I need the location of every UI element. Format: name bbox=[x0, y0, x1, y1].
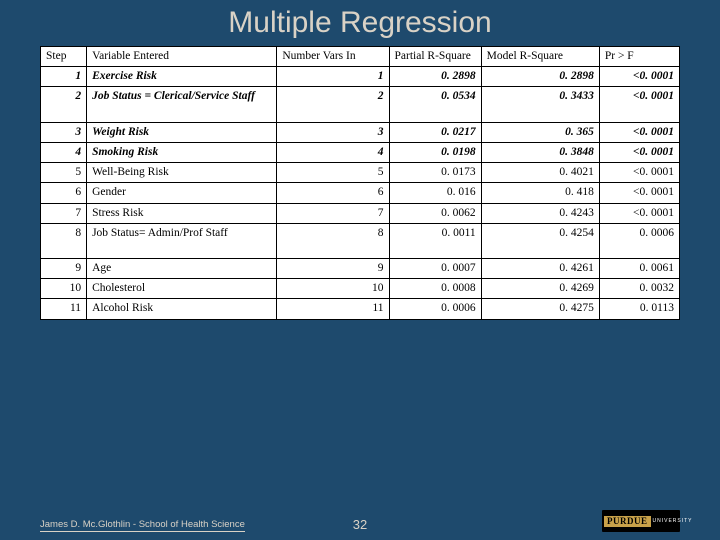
cell-nvars: 8 bbox=[277, 223, 389, 258]
cell-prs: 0. 0006 bbox=[389, 299, 481, 319]
cell-mrs: 0. 4021 bbox=[481, 163, 599, 183]
cell-prs: 0. 016 bbox=[389, 183, 481, 203]
cell-step: 1 bbox=[41, 67, 87, 87]
cell-var: Job Status = Clerical/Service Staff bbox=[87, 87, 277, 122]
cell-pr: <0. 0001 bbox=[599, 87, 679, 122]
cell-mrs: 0. 3848 bbox=[481, 142, 599, 162]
footer-page: 32 bbox=[353, 517, 367, 532]
cell-step: 6 bbox=[41, 183, 87, 203]
cell-prs: 0. 0062 bbox=[389, 203, 481, 223]
cell-nvars: 7 bbox=[277, 203, 389, 223]
cell-step: 4 bbox=[41, 142, 87, 162]
logo-text-secondary: UNIVERSITY bbox=[653, 518, 693, 524]
cell-pr: 0. 0061 bbox=[599, 258, 679, 278]
cell-nvars: 1 bbox=[277, 67, 389, 87]
cell-step: 7 bbox=[41, 203, 87, 223]
cell-nvars: 11 bbox=[277, 299, 389, 319]
table-row: 9Age90. 00070. 42610. 0061 bbox=[41, 258, 680, 278]
cell-mrs: 0. 418 bbox=[481, 183, 599, 203]
cell-pr: <0. 0001 bbox=[599, 122, 679, 142]
table-row: 8Job Status= Admin/Prof Staff80. 00110. … bbox=[41, 223, 680, 258]
cell-mrs: 0. 4243 bbox=[481, 203, 599, 223]
cell-prs: 0. 0173 bbox=[389, 163, 481, 183]
cell-prs: 0. 0008 bbox=[389, 279, 481, 299]
footer: James D. Mc.Glothlin - School of Health … bbox=[40, 512, 680, 532]
cell-mrs: 0. 4269 bbox=[481, 279, 599, 299]
cell-nvars: 5 bbox=[277, 163, 389, 183]
cell-step: 3 bbox=[41, 122, 87, 142]
cell-pr: 0. 0006 bbox=[599, 223, 679, 258]
cell-pr: <0. 0001 bbox=[599, 203, 679, 223]
table-row: 10Cholesterol100. 00080. 42690. 0032 bbox=[41, 279, 680, 299]
cell-pr: 0. 0113 bbox=[599, 299, 679, 319]
col-nvars: Number Vars In bbox=[277, 47, 389, 67]
cell-var: Smoking Risk bbox=[87, 142, 277, 162]
col-prs: Partial R-Square bbox=[389, 47, 481, 67]
cell-nvars: 10 bbox=[277, 279, 389, 299]
slide-title: Multiple Regression bbox=[40, 6, 680, 40]
cell-mrs: 0. 3433 bbox=[481, 87, 599, 122]
footer-author: James D. Mc.Glothlin - School of Health … bbox=[40, 519, 245, 532]
cell-step: 9 bbox=[41, 258, 87, 278]
cell-prs: 0. 2898 bbox=[389, 67, 481, 87]
cell-nvars: 2 bbox=[277, 87, 389, 122]
cell-var: Gender bbox=[87, 183, 277, 203]
cell-step: 11 bbox=[41, 299, 87, 319]
cell-pr: <0. 0001 bbox=[599, 67, 679, 87]
cell-step: 8 bbox=[41, 223, 87, 258]
cell-mrs: 0. 365 bbox=[481, 122, 599, 142]
cell-step: 2 bbox=[41, 87, 87, 122]
cell-prs: 0. 0534 bbox=[389, 87, 481, 122]
slide: Multiple Regression Step Variable Entere… bbox=[0, 0, 720, 540]
cell-nvars: 3 bbox=[277, 122, 389, 142]
cell-var: Weight Risk bbox=[87, 122, 277, 142]
table-row: 3Weight Risk30. 02170. 365<0. 0001 bbox=[41, 122, 680, 142]
cell-var: Age bbox=[87, 258, 277, 278]
cell-mrs: 0. 4261 bbox=[481, 258, 599, 278]
cell-step: 5 bbox=[41, 163, 87, 183]
table-row: 2Job Status = Clerical/Service Staff20. … bbox=[41, 87, 680, 122]
table-header-row: Step Variable Entered Number Vars In Par… bbox=[41, 47, 680, 67]
cell-var: Job Status= Admin/Prof Staff bbox=[87, 223, 277, 258]
logo-text-primary: PURDUE bbox=[604, 516, 651, 527]
table-row: 11Alcohol Risk110. 00060. 42750. 0113 bbox=[41, 299, 680, 319]
cell-step: 10 bbox=[41, 279, 87, 299]
col-mrs: Model R-Square bbox=[481, 47, 599, 67]
cell-mrs: 0. 4275 bbox=[481, 299, 599, 319]
cell-mrs: 0. 4254 bbox=[481, 223, 599, 258]
cell-var: Well-Being Risk bbox=[87, 163, 277, 183]
cell-pr: <0. 0001 bbox=[599, 142, 679, 162]
col-variable: Variable Entered bbox=[87, 47, 277, 67]
regression-table: Step Variable Entered Number Vars In Par… bbox=[40, 46, 680, 320]
table-row: 4Smoking Risk40. 01980. 3848<0. 0001 bbox=[41, 142, 680, 162]
cell-mrs: 0. 2898 bbox=[481, 67, 599, 87]
cell-var: Alcohol Risk bbox=[87, 299, 277, 319]
cell-prs: 0. 0198 bbox=[389, 142, 481, 162]
cell-prs: 0. 0011 bbox=[389, 223, 481, 258]
cell-pr: 0. 0032 bbox=[599, 279, 679, 299]
cell-var: Cholesterol bbox=[87, 279, 277, 299]
table-row: 7Stress Risk70. 00620. 4243<0. 0001 bbox=[41, 203, 680, 223]
col-pr: Pr > F bbox=[599, 47, 679, 67]
cell-pr: <0. 0001 bbox=[599, 163, 679, 183]
cell-prs: 0. 0007 bbox=[389, 258, 481, 278]
cell-pr: <0. 0001 bbox=[599, 183, 679, 203]
cell-var: Exercise Risk bbox=[87, 67, 277, 87]
table-row: 5Well-Being Risk50. 01730. 4021<0. 0001 bbox=[41, 163, 680, 183]
cell-nvars: 4 bbox=[277, 142, 389, 162]
table-row: 1Exercise Risk10. 28980. 2898<0. 0001 bbox=[41, 67, 680, 87]
cell-nvars: 6 bbox=[277, 183, 389, 203]
cell-nvars: 9 bbox=[277, 258, 389, 278]
cell-var: Stress Risk bbox=[87, 203, 277, 223]
cell-prs: 0. 0217 bbox=[389, 122, 481, 142]
col-step: Step bbox=[41, 47, 87, 67]
purdue-logo: PURDUE UNIVERSITY bbox=[602, 510, 680, 532]
table-row: 6Gender60. 0160. 418<0. 0001 bbox=[41, 183, 680, 203]
